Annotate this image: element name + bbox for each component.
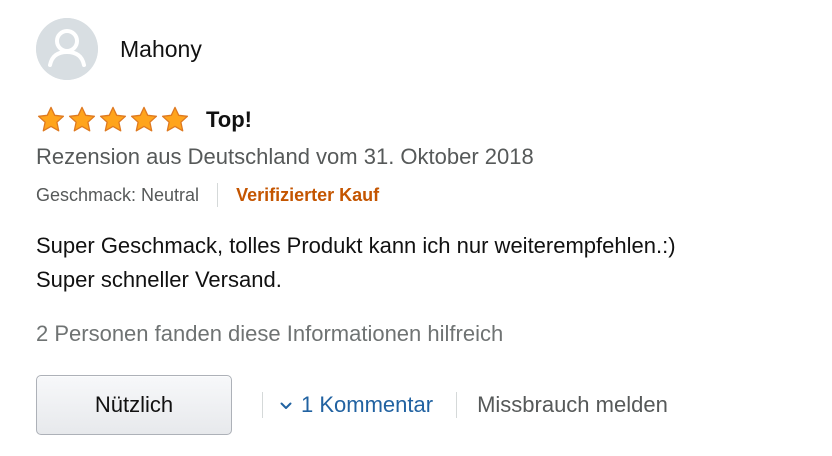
review-body-line: Super schneller Versand.	[36, 267, 282, 292]
star-icon	[99, 106, 127, 132]
reviewer-profile[interactable]: Mahony	[36, 18, 202, 80]
review-body-line: Super Geschmack, tolles Produkt kann ich…	[36, 233, 676, 258]
reviewer-name[interactable]: Mahony	[120, 35, 202, 63]
star-icon	[161, 106, 189, 132]
comment-link-label: 1 Kommentar	[301, 392, 434, 417]
review-body: Super Geschmack, tolles Produkt kann ich…	[36, 229, 816, 297]
variant-label: Geschmack: Neutral	[36, 185, 200, 205]
star-icon	[37, 106, 65, 132]
star-icon	[68, 106, 96, 132]
star-icon	[130, 106, 158, 132]
verified-purchase-badge: Verifizierter Kauf	[236, 185, 380, 205]
chevron-down-icon	[280, 402, 292, 409]
report-abuse-link[interactable]: Missbrauch melden	[477, 391, 668, 419]
star-rating[interactable]	[36, 105, 190, 135]
action-divider	[262, 392, 263, 418]
avatar[interactable]	[36, 18, 98, 80]
meta-divider	[217, 183, 219, 207]
action-divider	[456, 392, 458, 418]
review-actions: Nützlich 1 Kommentar Missbrauch melden	[36, 374, 668, 436]
review-title-row: Top!	[36, 104, 252, 136]
customer-review: Mahony Top! Rezension aus Deutschland vo…	[36, 18, 816, 448]
helpful-vote-count: 2 Personen fanden diese Informationen hi…	[36, 321, 504, 346]
helpful-button[interactable]: Nützlich	[36, 375, 232, 435]
review-meta: Geschmack: Neutral Verifizierter Kauf	[36, 181, 379, 209]
comment-link[interactable]: 1 Kommentar	[279, 391, 433, 419]
user-silhouette-icon	[36, 18, 98, 80]
review-date: Rezension aus Deutschland vom 31. Oktobe…	[36, 144, 534, 169]
review-title[interactable]: Top!	[206, 106, 252, 134]
